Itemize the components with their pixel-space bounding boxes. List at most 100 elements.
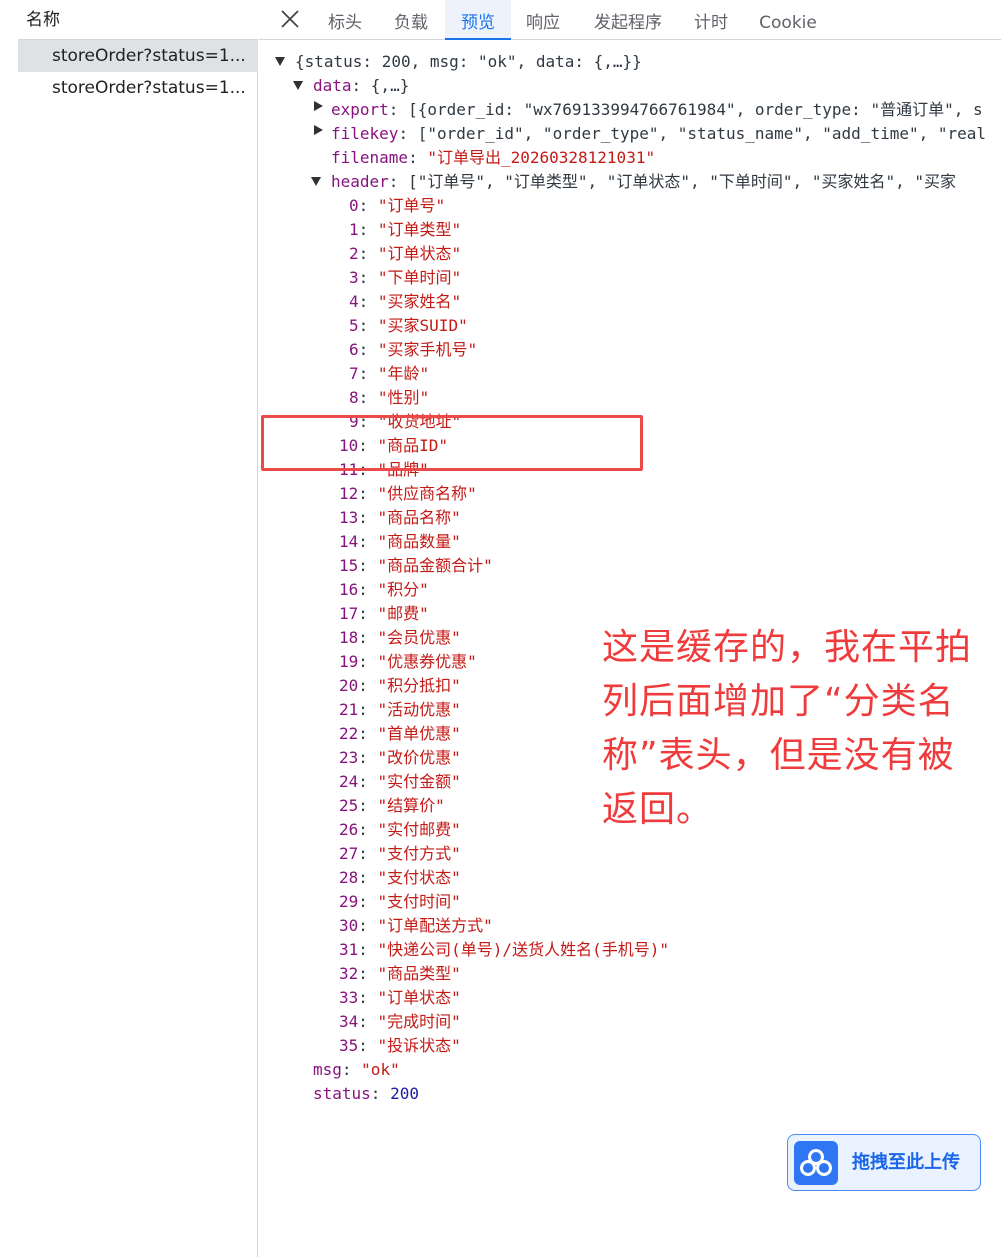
header-item-value: "完成时间" [377, 1012, 461, 1031]
filename-value: "订单导出_20260328121031" [427, 148, 656, 167]
header-item-row: 18: "会员优惠" [339, 628, 461, 647]
annotation-line: 这是缓存的，我在平拍 [602, 627, 973, 668]
header-item-value: "结算价" [377, 796, 445, 815]
header-item-index: 8 [349, 388, 359, 407]
request-row-label: storeOrder?status=1... [52, 78, 246, 98]
status-key: status [313, 1084, 371, 1103]
expand-header-toggle[interactable] [311, 177, 321, 186]
header-item-row: 13: "商品名称" [339, 508, 461, 527]
header-item-value: "实付金额" [377, 772, 461, 791]
header-item-value: "首单优惠" [377, 724, 461, 743]
json-filename-row: filename: "订单导出_20260328121031" [331, 148, 656, 167]
header-item-index: 3 [349, 268, 359, 287]
expand-root-toggle[interactable] [275, 57, 285, 66]
header-item-row: 28: "支付状态" [339, 868, 461, 887]
header-item-value: "快递公司(单号)/送货人姓名(手机号)" [377, 940, 669, 959]
header-item-index: 23 [339, 748, 359, 767]
header-item-value: "积分" [377, 580, 429, 599]
tab-initiator[interactable]: 发起程序 [583, 0, 673, 40]
expand-export-toggle[interactable] [314, 101, 323, 111]
header-item-value: "支付时间" [377, 892, 461, 911]
header-key: header [331, 172, 389, 191]
header-item-row: 23: "改价优惠" [339, 748, 461, 767]
header-item-value: "订单号" [377, 196, 446, 215]
json-export-row[interactable]: export: [{order_id: "wx76913399476676198… [331, 98, 983, 122]
request-row[interactable]: storeOrder?status=1... [18, 72, 258, 104]
root-summary-text: {status: 200, msg: "ok", data: {,…}} [295, 52, 642, 71]
header-item-row: 26: "实付邮费" [339, 820, 461, 839]
header-item-index: 34 [339, 1012, 359, 1031]
header-item-value: "买家SUID" [377, 316, 468, 335]
request-row-label: storeOrder?status=1... [52, 46, 246, 66]
header-item-value: "积分抵扣" [377, 676, 461, 695]
tab-headers[interactable]: 标头 [317, 0, 373, 40]
header-item-row: 33: "订单状态" [339, 988, 461, 1007]
header-summary: ["订单号", "订单类型", "订单状态", "下单时间", "买家姓名", … [408, 172, 956, 191]
close-icon[interactable] [279, 8, 301, 30]
expand-filekey-toggle[interactable] [314, 125, 323, 135]
header-item-row: 30: "订单配送方式" [339, 916, 493, 935]
header-item-index: 4 [349, 292, 359, 311]
header-item-index: 5 [349, 316, 359, 335]
json-header-row[interactable]: header: ["订单号", "订单类型", "订单状态", "下单时间", … [331, 170, 956, 194]
cloud-upload-icon [794, 1141, 838, 1185]
header-item-value: "优惠券优惠" [377, 652, 477, 671]
header-item-value: "买家手机号" [377, 340, 478, 359]
header-item-index: 20 [339, 676, 359, 695]
annotation-line: 返回。 [602, 789, 714, 830]
status-value: 200 [390, 1084, 419, 1103]
json-data-row[interactable]: data: {,…} [313, 74, 409, 98]
export-key: export [331, 100, 389, 119]
filename-key: filename [331, 148, 409, 167]
tab-preview[interactable]: 预览 [445, 0, 511, 40]
header-item-value: "商品名称" [377, 508, 461, 527]
json-root-summary[interactable]: {status: 200, msg: "ok", data: {,…}} [295, 50, 642, 74]
header-item-row: 1: "订单类型" [349, 220, 462, 239]
header-item-value: "订单配送方式" [377, 916, 493, 935]
header-item-value: "订单状态" [377, 244, 462, 263]
request-row-selected[interactable]: storeOrder?status=1... [18, 40, 258, 72]
annotation-line: 列后面增加了“分类名 [602, 681, 955, 722]
json-tree: {status: 200, msg: "ok", data: {,…}} dat… [259, 40, 1001, 1140]
header-item-index: 18 [339, 628, 359, 647]
msg-key: msg [313, 1060, 342, 1079]
header-item-index: 14 [339, 532, 359, 551]
header-item-row: 21: "活动优惠" [339, 700, 461, 719]
header-item-index: 33 [339, 988, 359, 1007]
json-msg-row: msg: "ok" [313, 1060, 400, 1079]
header-item-value: "邮费" [377, 604, 429, 623]
annotation-text: 这是缓存的，我在平拍 列后面增加了“分类名 称”表头，但是没有被 返回。 [602, 621, 982, 837]
header-item-value: "性别" [377, 388, 430, 407]
expand-data-toggle[interactable] [293, 81, 303, 90]
header-item-value: "供应商名称" [377, 484, 477, 503]
header-item-index: 28 [339, 868, 359, 887]
header-item-row: 35: "投诉状态" [339, 1036, 461, 1055]
header-item-row: 14: "商品数量" [339, 532, 461, 551]
filekey-key: filekey [331, 124, 399, 143]
header-item-value: "商品金额合计" [377, 556, 493, 575]
header-item-value: "改价优惠" [377, 748, 461, 767]
header-item-index: 22 [339, 724, 359, 743]
data-key: data [313, 76, 352, 95]
request-list-header[interactable]: 名称 [18, 0, 258, 40]
header-item-index: 19 [339, 652, 359, 671]
json-status-row: status: 200 [313, 1084, 419, 1103]
filekey-summary: ["order_id", "order_type", "status_name"… [417, 124, 987, 143]
tab-timing[interactable]: 计时 [683, 0, 739, 40]
drag-upload-button[interactable]: 拖拽至此上传 [787, 1134, 981, 1191]
header-item-row: 7: "年龄" [349, 364, 430, 383]
header-item-value: "支付方式" [377, 844, 461, 863]
response-preview-panel: 标头 负载 预览 响应 发起程序 计时 Cookie {status: 200,… [259, 0, 1001, 1257]
tab-payload[interactable]: 负载 [383, 0, 439, 40]
header-item-row: 6: "买家手机号" [349, 340, 478, 359]
annotation-line: 称”表头，但是没有被 [602, 735, 955, 776]
header-item-index: 32 [339, 964, 359, 983]
header-item-row: 4: "买家姓名" [349, 292, 462, 311]
header-item-row: 8: "性别" [349, 388, 430, 407]
tab-cookies[interactable]: Cookie [753, 0, 823, 40]
header-item-row: 34: "完成时间" [339, 1012, 461, 1031]
json-filekey-row[interactable]: filekey: ["order_id", "order_type", "sta… [331, 122, 986, 146]
header-item-row: 17: "邮费" [339, 604, 429, 623]
header-item-index: 7 [349, 364, 359, 383]
tab-response[interactable]: 响应 [515, 0, 571, 40]
